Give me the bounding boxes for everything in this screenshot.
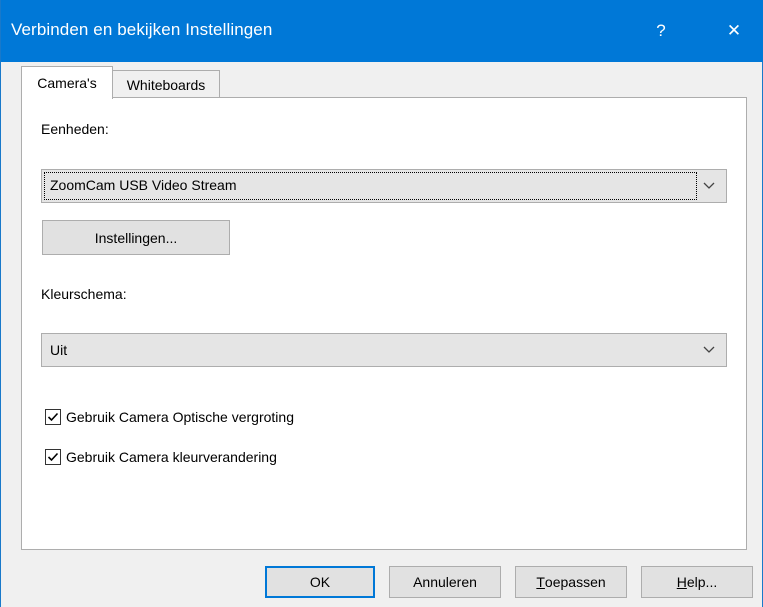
cancel-button[interactable]: Annuleren: [389, 566, 501, 598]
help-mnemonic: H: [676, 574, 687, 590]
optical-zoom-label: Gebruik Camera Optische vergroting: [66, 409, 294, 425]
apply-label: oepassen: [544, 574, 606, 590]
apply-button[interactable]: Toepassen: [515, 566, 627, 598]
chevron-down-icon: [703, 182, 715, 189]
cameras-tab-panel: Eenheden: ZoomCam USB Video Stream Inste…: [21, 97, 747, 550]
color-change-label: Gebruik Camera kleurverandering: [66, 449, 277, 465]
window-title: Verbinden en bekijken Instellingen: [11, 20, 273, 39]
optical-zoom-checkbox-row[interactable]: Gebruik Camera Optische vergroting: [45, 409, 294, 425]
color-scheme-selected-value: Uit: [50, 342, 68, 358]
checkmark-icon: [47, 452, 59, 462]
color-scheme-dropdown[interactable]: Uit: [41, 333, 727, 367]
chevron-down-icon: [703, 346, 715, 353]
color-change-checkbox[interactable]: [45, 449, 61, 465]
tab-whiteboards-label: Whiteboards: [126, 76, 206, 93]
tab-cameras-label: Camera's: [37, 75, 97, 91]
apply-mnemonic: T: [536, 574, 545, 590]
help-label: elp...: [686, 574, 718, 590]
help-icon[interactable]: ?: [638, 0, 684, 62]
title-bar[interactable]: Verbinden en bekijken Instellingen ? ✕: [1, 0, 763, 62]
help-button[interactable]: Help...: [641, 566, 753, 598]
ok-button[interactable]: OK: [265, 566, 375, 598]
color-scheme-label: Kleurschema:: [41, 286, 127, 302]
color-change-checkbox-row[interactable]: Gebruik Camera kleurverandering: [45, 449, 277, 465]
close-icon[interactable]: ✕: [711, 0, 757, 62]
devices-dropdown[interactable]: ZoomCam USB Video Stream: [41, 169, 727, 203]
optical-zoom-checkbox[interactable]: [45, 409, 61, 425]
device-settings-button[interactable]: Instellingen...: [42, 220, 230, 255]
checkmark-icon: [47, 412, 59, 422]
tab-whiteboards[interactable]: Whiteboards: [112, 70, 220, 98]
devices-label: Eenheden:: [41, 121, 109, 137]
tab-cameras[interactable]: Camera's: [21, 66, 113, 99]
devices-selected-value: ZoomCam USB Video Stream: [50, 177, 237, 193]
settings-dialog: Verbinden en bekijken Instellingen ? ✕ C…: [0, 0, 763, 607]
